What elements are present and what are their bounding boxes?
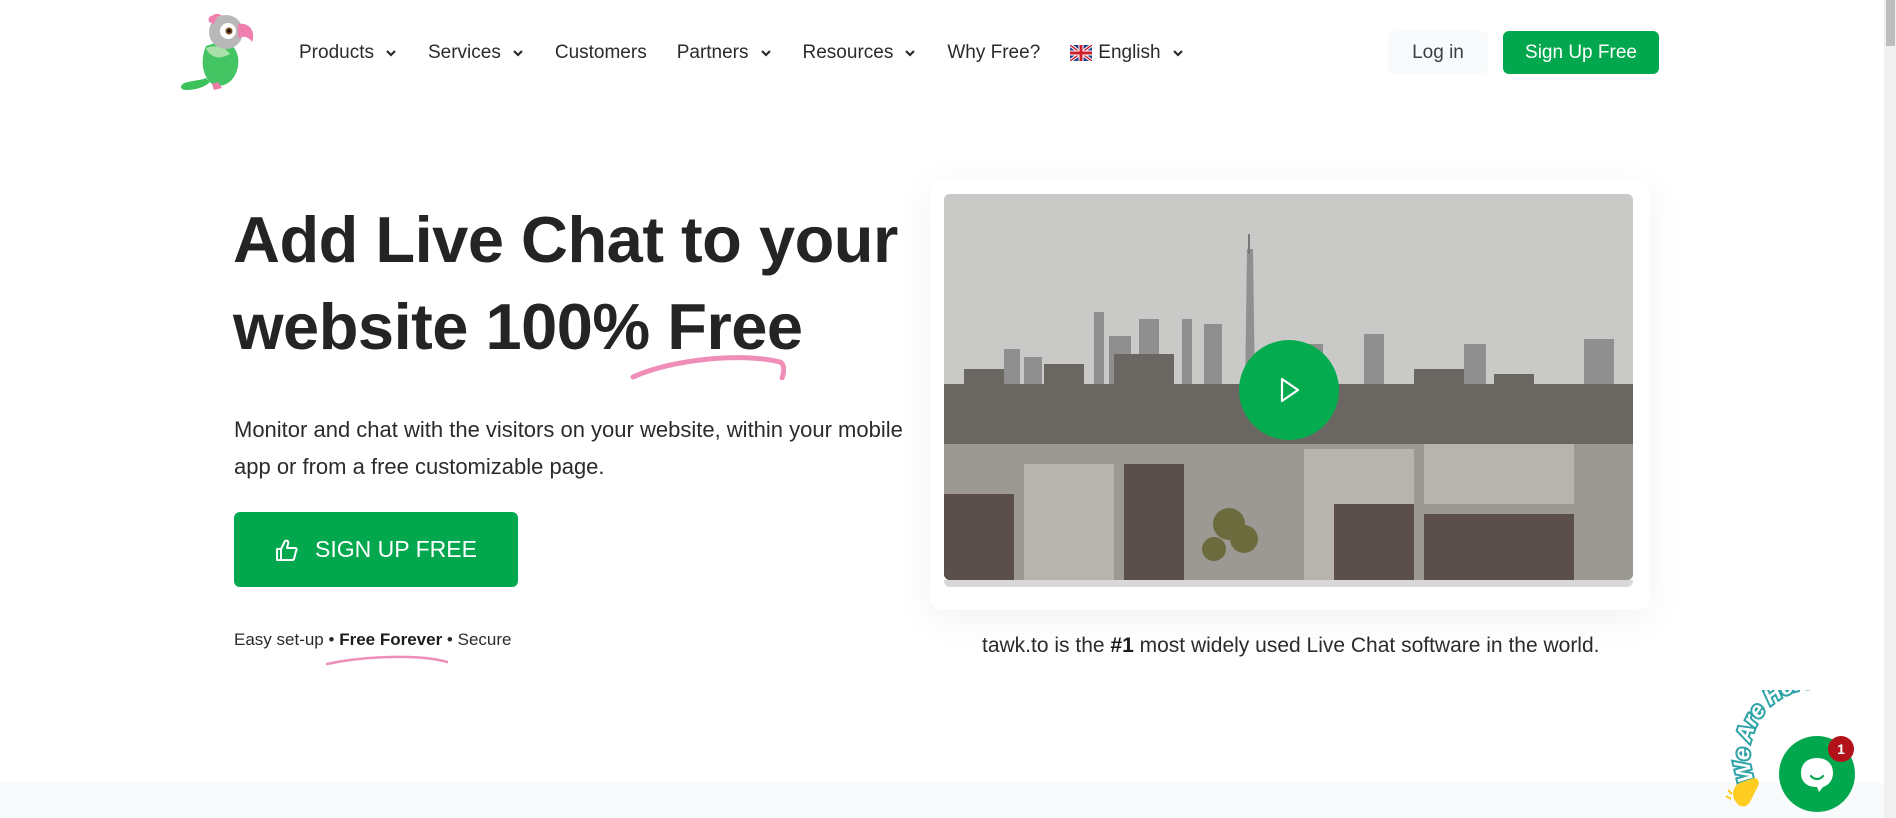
scrollbar-track[interactable] bbox=[1884, 0, 1896, 818]
pink-underline-swoosh bbox=[630, 355, 786, 380]
play-icon bbox=[1280, 377, 1300, 403]
parrot-logo-icon bbox=[181, 13, 254, 90]
next-section-band bbox=[0, 783, 1884, 818]
language-label: English bbox=[1098, 42, 1161, 63]
feature-list: Easy set-up • Free Forever • Secure bbox=[234, 630, 511, 650]
nav-customers-label: Customers bbox=[554, 42, 647, 63]
nav-products-label: Products bbox=[299, 42, 374, 63]
tagline-suffix: most widely used Live Chat software in t… bbox=[1139, 634, 1600, 657]
play-button[interactable] bbox=[1239, 340, 1339, 440]
nav-resources[interactable]: Resources bbox=[803, 42, 918, 64]
uk-flag-icon bbox=[1070, 45, 1093, 61]
language-selector[interactable]: English bbox=[1070, 42, 1184, 64]
nav-products[interactable]: Products bbox=[299, 42, 398, 64]
thumbs-up-icon bbox=[276, 539, 298, 561]
chevron-down-icon bbox=[905, 50, 916, 57]
tagline-rank: #1 bbox=[1110, 634, 1134, 657]
tawk-logo[interactable] bbox=[176, 10, 260, 96]
login-button[interactable]: Log in bbox=[1388, 31, 1488, 75]
nav-why-free-label: Why Free? bbox=[947, 42, 1041, 63]
nav-why-free[interactable]: Why Free? bbox=[947, 42, 1040, 64]
nav-customers[interactable]: Customers bbox=[555, 42, 647, 64]
tagline-prefix: tawk.to is the bbox=[982, 634, 1105, 657]
hero-description: Monitor and chat with the visitors on yo… bbox=[234, 417, 903, 479]
waving-hand-icon bbox=[1725, 778, 1759, 807]
video-card-footer bbox=[944, 580, 1633, 587]
main-nav: Products Services Customers Partners Res… bbox=[299, 38, 1215, 68]
scrollbar-thumb[interactable] bbox=[1886, 0, 1895, 46]
feature-separator: • bbox=[446, 630, 453, 649]
feature-free-forever: Free Forever bbox=[339, 630, 443, 649]
signup-button[interactable]: Sign Up Free bbox=[1503, 31, 1659, 74]
nav-resources-label: Resources bbox=[802, 42, 894, 63]
nav-partners[interactable]: Partners bbox=[677, 42, 773, 64]
feature-easy-setup: Easy set-up bbox=[234, 630, 324, 649]
chevron-down-icon bbox=[513, 50, 523, 57]
chat-bubble-icon bbox=[1801, 758, 1833, 792]
feature-secure: Secure bbox=[457, 630, 512, 649]
pink-underline-swoosh-small bbox=[325, 655, 449, 666]
nav-services[interactable]: Services bbox=[428, 42, 525, 64]
hero-title-line1: Add Live Chat to your bbox=[233, 203, 898, 276]
hero-title: Add Live Chat to your website 100% Free bbox=[233, 196, 953, 370]
nav-partners-label: Partners bbox=[676, 42, 749, 63]
feature-separator: • bbox=[328, 630, 335, 649]
signup-free-cta-button[interactable]: SIGN UP FREE bbox=[234, 512, 518, 587]
chevron-down-icon bbox=[760, 50, 771, 57]
unread-count-badge: 1 bbox=[1828, 736, 1854, 762]
tagline: tawk.to is the #1 most widely used Live … bbox=[982, 634, 1600, 658]
cta-label: SIGN UP FREE bbox=[315, 536, 477, 562]
nav-services-label: Services bbox=[427, 42, 501, 63]
chevron-down-icon bbox=[1172, 50, 1183, 57]
chevron-down-icon bbox=[386, 50, 396, 57]
